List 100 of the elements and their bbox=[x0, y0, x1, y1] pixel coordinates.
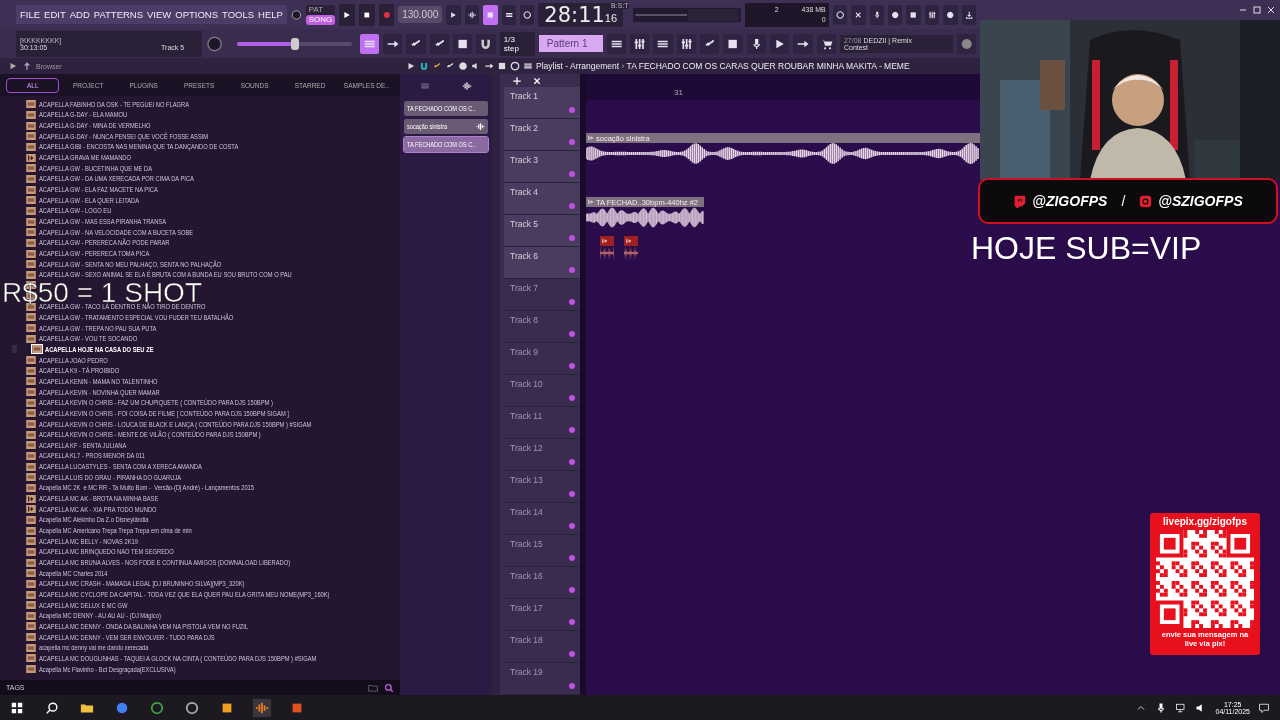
file-name[interactable]: Acapella MC 2K e MC RR - Ta Muito Bom - Versão-(Dj André) - Lançamentos 2015 bbox=[39, 483, 254, 493]
file-name[interactable]: ACAPELLA GW - LOGO EU bbox=[39, 206, 112, 216]
file-name[interactable]: ACAPELLA GRAVA ME MAMANDO bbox=[39, 153, 131, 163]
file-name[interactable]: ACAPELLA MC BRUNA ALVES - NOS FODE E CONTINUA AMIGOS (DOWNALOAD LIBERADO) bbox=[39, 558, 291, 568]
close-icon[interactable] bbox=[1266, 5, 1276, 15]
expand-handle[interactable] bbox=[12, 345, 17, 354]
file-name[interactable]: ACAPELLA MC DENNY - ONDA DA BALINHA VEM NA PISTOLA VEM NO FUZIL bbox=[39, 622, 249, 631]
track-name[interactable]: Track 15 bbox=[510, 539, 543, 549]
menu-item[interactable]: ADD bbox=[69, 9, 90, 20]
track-name[interactable]: Track 11 bbox=[510, 411, 543, 421]
list-icon[interactable] bbox=[653, 33, 673, 54]
file-name[interactable]: ACAPELLA GW - SEXO ANIMAL SE ELA É BRUTA COM A BUNDA EU SOU BRUTO COM O PAU bbox=[39, 270, 292, 280]
maximize-icon[interactable] bbox=[1252, 5, 1262, 15]
file-name[interactable]: Acapella MC DENNY - AU AU AU - (DJ Mágico) bbox=[39, 611, 161, 621]
file-name[interactable]: ACAPELLA G-DAY - NUNCA PENSEI QUE VOCÊ FOSSE ASSIM bbox=[39, 131, 209, 141]
track-button-icon[interactable] bbox=[568, 650, 576, 658]
track-button-icon[interactable] bbox=[568, 490, 576, 498]
menu-item[interactable]: PATTERNS bbox=[93, 9, 144, 20]
close-icon[interactable] bbox=[532, 75, 542, 86]
file-name[interactable]: ACAPELLA MC CRASH - MAMADA LEGAL [DJ BRUNINHO SILVA](MP3_320K) bbox=[39, 579, 245, 589]
track-name[interactable]: Track 4 bbox=[510, 187, 539, 197]
menu-item[interactable]: TOOLS bbox=[222, 9, 255, 20]
file-name[interactable]: ACAPELLA K9 - TÁ PROIBIDO bbox=[39, 366, 120, 376]
track-name[interactable]: Track 3 bbox=[510, 155, 539, 165]
track-name[interactable]: Track 17 bbox=[510, 603, 543, 613]
file-name[interactable]: ACAPELLA KF - SENTA JULIANA bbox=[39, 440, 127, 450]
track-button-icon[interactable] bbox=[568, 138, 576, 146]
track-name[interactable]: Track 16 bbox=[510, 571, 543, 581]
track-button-icon[interactable] bbox=[568, 458, 576, 466]
menu-item[interactable]: VIEW bbox=[147, 9, 172, 20]
menu-item[interactable]: OPTIONS bbox=[175, 9, 219, 20]
magnet-icon[interactable] bbox=[476, 33, 496, 54]
file-name[interactable]: ACAPELLA FABINHO DA OSK - TE PEGUEI NO FLAGRA bbox=[39, 99, 189, 109]
track-name[interactable]: Track 2 bbox=[510, 123, 539, 133]
file-name[interactable]: ACAPELLA KEVIN O CHRIS - MENTE DE VILÃO ( CONTEÚDO PARA DJS 150BPM ) bbox=[39, 430, 261, 440]
track-name[interactable]: Track 12 bbox=[510, 443, 543, 453]
track-button-icon[interactable] bbox=[568, 618, 576, 626]
file-name[interactable]: Acapella MC Americano Trepa Trepa Trepa em cima de min bbox=[39, 526, 192, 536]
file-name[interactable]: ACAPELLA GW - TRATAMENTO ESPECIAL VOU FUDER TEU BATALHÃO bbox=[39, 312, 234, 322]
mode-toggle[interactable]: SONG bbox=[305, 14, 336, 25]
track-button-icon[interactable] bbox=[568, 330, 576, 338]
wave-icon[interactable] bbox=[464, 4, 480, 25]
mode-toggle[interactable]: PAT bbox=[305, 4, 336, 15]
file-name[interactable]: ACAPELLA MC DOUGLINHAS - TAQUEI A GLOCK NA CINTA ( CONTEÚDO PARA DJS 150BPM ) #SIGAM bbox=[39, 653, 317, 663]
play-icon[interactable] bbox=[339, 3, 355, 26]
add-icon[interactable] bbox=[512, 75, 522, 86]
track-button-icon[interactable] bbox=[568, 394, 576, 402]
track-button-icon[interactable] bbox=[568, 266, 576, 274]
file-name[interactable]: ACAPELLA JOAO PEDRO bbox=[39, 355, 108, 365]
track-name[interactable]: Track 19 bbox=[510, 667, 543, 677]
mixer-icon[interactable] bbox=[676, 33, 696, 54]
file-name[interactable]: Acapella Mc Flavinho - Bct Desgraçada(EXCLUSIVA) bbox=[39, 664, 176, 674]
audio-clip[interactable] bbox=[624, 236, 638, 260]
file-name[interactable]: Acapella MC Charles 2014 bbox=[39, 568, 108, 578]
wave-icon[interactable] bbox=[462, 81, 472, 91]
tempo-display[interactable]: 130.000 bbox=[398, 6, 443, 23]
track-button-icon[interactable] bbox=[568, 202, 576, 210]
file-name[interactable]: ACAPELLA LUCASTYLES - SENTA COM A XERECA AMANDA bbox=[39, 462, 202, 472]
stop-icon[interactable] bbox=[358, 3, 375, 26]
track-button-icon[interactable] bbox=[568, 682, 576, 690]
file-name[interactable]: ACAPELLA GW - ELA FAZ MACETE NA PICA bbox=[39, 185, 158, 195]
file-name[interactable]: ACAPELLA GW - DA UMA XERECADA POR CIMA DA PICA bbox=[39, 174, 194, 184]
file-name[interactable]: ACAPELLA GW - NA VELOCIDADE COM A BUCETA SOBE bbox=[39, 227, 194, 237]
file-name[interactable]: ACAPELLA GW - PERERECA NÃO PODE PARAR bbox=[39, 238, 170, 248]
file-name[interactable]: ACAPELLA KENIN - MAMA NO TALENTINHO bbox=[39, 376, 158, 386]
track-button-icon[interactable] bbox=[568, 522, 576, 530]
file-name[interactable]: ACAPELLA MC BELLY - NOVAS 2K19 bbox=[39, 536, 138, 546]
cart-icon[interactable] bbox=[816, 33, 836, 54]
file-name[interactable]: ACAPELLA MC DELUX E MC GW bbox=[39, 600, 128, 610]
download-icon[interactable] bbox=[961, 4, 976, 25]
notification-icon[interactable] bbox=[1258, 701, 1270, 714]
snap-selector[interactable]: 1/3 step bbox=[499, 31, 535, 56]
microphone-icon[interactable] bbox=[869, 4, 884, 25]
arrow-icon[interactable] bbox=[8, 61, 18, 71]
file-name[interactable]: ACAPELLA GIBI - ENCOSTA NAS MENINA QUE TA DANÇANDO DE COSTA bbox=[39, 142, 239, 152]
file-name[interactable]: ACAPELLA KEVIN O CHRIS - LOUCA DE BLACK E LANÇA ( CONTEÚDO PARA DJS 150BPM ) #SIGAM bbox=[39, 419, 312, 429]
track-name[interactable]: Track 8 bbox=[510, 315, 539, 325]
up-arrow-icon[interactable] bbox=[22, 61, 32, 71]
pattern-selector[interactable]: Pattern 1 bbox=[538, 35, 603, 52]
magnet-icon[interactable] bbox=[419, 61, 429, 71]
track-name[interactable]: Track 14 bbox=[510, 507, 543, 517]
track-button-icon[interactable] bbox=[568, 234, 576, 242]
file-name[interactable]: Acapella MC Alekinho Da Z.o Disneylândia bbox=[39, 515, 149, 525]
file-name[interactable]: ACAPELLA MC AK - BROTA NA MINHA BASE bbox=[39, 494, 159, 504]
file-name[interactable]: ACAPELLA MC BRINQUEDO NAO TEM SEGREDO bbox=[39, 547, 174, 557]
file-name[interactable]: ACAPELLA GW - TACO LÁ DENTRO E NÃO TIRO DE DENTRO bbox=[39, 302, 206, 312]
playlist-icon[interactable] bbox=[606, 33, 626, 54]
track-name[interactable]: Track 6 bbox=[510, 251, 539, 261]
track-button-icon[interactable] bbox=[568, 106, 576, 114]
play-icon[interactable] bbox=[406, 61, 416, 71]
network-icon[interactable] bbox=[1175, 701, 1188, 714]
file-name[interactable]: ACAPELLA G-DAY - MINA DE VERMELHO bbox=[39, 121, 151, 131]
file-name[interactable]: ACAPELLA GW - TREPA NO PAU SUA PUTA bbox=[39, 323, 157, 333]
track-name[interactable]: Track 5 bbox=[510, 219, 539, 229]
file-name[interactable]: ACAPELLA G-DAY - ELA MAMOU bbox=[39, 110, 128, 120]
track-name[interactable]: Track 1 bbox=[510, 91, 539, 101]
knob-icon[interactable] bbox=[206, 34, 224, 53]
track-button-icon[interactable] bbox=[568, 298, 576, 306]
file-name[interactable]: ACAPELLA GW - BUCETINHA QUE ME DA bbox=[39, 163, 152, 173]
track-button-icon[interactable] bbox=[568, 554, 576, 562]
